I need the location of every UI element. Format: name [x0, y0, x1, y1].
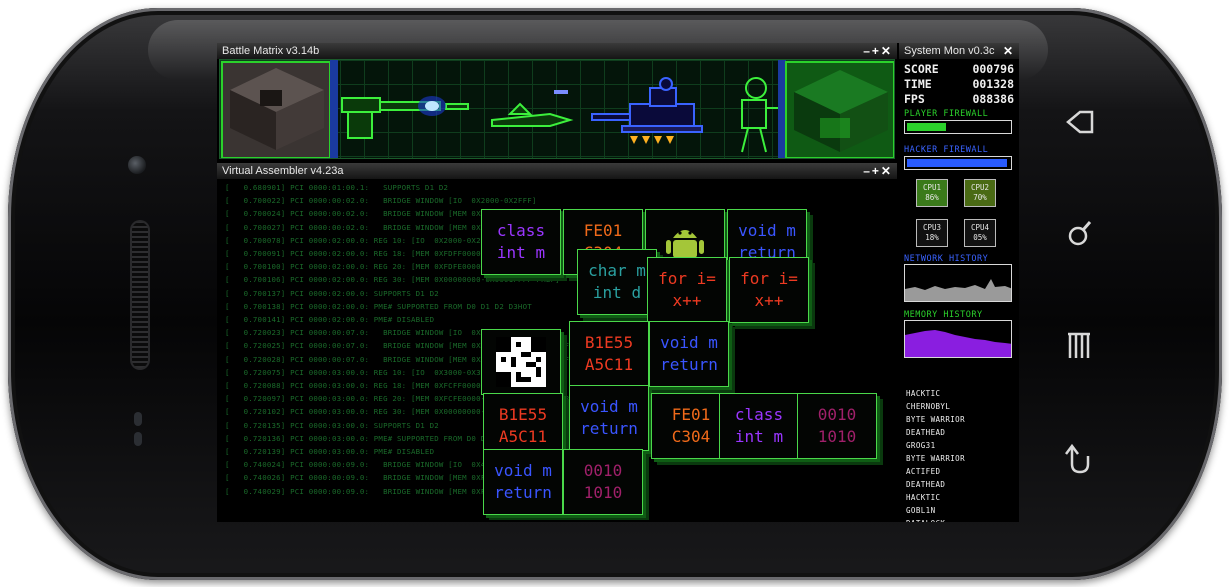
fps-value: 088386 — [972, 92, 1014, 106]
code-tile[interactable]: void m return — [649, 321, 729, 387]
player-name-item: ACTIFED — [906, 467, 941, 476]
code-tile[interactable]: class int m — [719, 393, 799, 459]
phone-screen: Battle Matrix v3.14b –+✕ Virtual Assembl… — [217, 43, 1019, 522]
proximity-sensor-icon — [134, 412, 142, 426]
cpu4-meter: CPU4 05% — [964, 219, 996, 247]
front-camera-icon — [128, 156, 146, 174]
hacker-firewall-bar — [904, 156, 1012, 170]
fighter-jet-sprite — [491, 102, 574, 127]
close-icon[interactable]: ✕ — [1003, 43, 1015, 59]
system-monitor-panel: SCORE 000796 TIME 001328 FPS 088386 PLAY… — [899, 59, 1019, 522]
log-line: [ 0.720028] PCI 0000:00:07.0: BRIDGE WIN… — [225, 354, 625, 364]
window-controls[interactable]: –+✕ — [863, 43, 893, 59]
system-monitor-window: System Mon v0.3c ✕ SCORE 000796 TIME 001… — [899, 43, 1019, 522]
code-tile[interactable]: 0010 1010 — [797, 393, 877, 459]
window-title: Battle Matrix v3.14b — [222, 45, 320, 57]
code-tile[interactable]: B1E55 A5C11 — [569, 321, 649, 387]
hacker-firewall-label: HACKER FIREWALL — [904, 145, 989, 155]
plasma-shot-sprite — [418, 96, 446, 116]
log-line: [ 0.700022] PCI 0000:00:02.0: BRIDGE WIN… — [225, 196, 537, 206]
code-tile[interactable]: void m return — [483, 449, 563, 515]
player-name-item: DATALOCK — [906, 517, 965, 522]
time-row: TIME 001328 — [904, 77, 1014, 91]
player-name-item: HACKTIC — [906, 493, 941, 502]
light-sensor-icon — [134, 432, 142, 446]
player-firewall-bar — [904, 120, 1012, 134]
player-name-item: GROG31 — [906, 441, 936, 450]
log-line: [ 0.700078] PCI 0000:02:00.0: REG 10: [I… — [225, 235, 500, 245]
player-name-item: DEATHEAD — [906, 428, 946, 437]
enemy-tank-sprite — [591, 77, 703, 133]
player-name-list: HACKTIC CHERNOBYL BYTE WARRIOR DEATHEAD GROG… — [906, 387, 965, 522]
menu-key-icon[interactable] — [1060, 326, 1100, 366]
log-line: [ 0.720075] PCI 0000:03:00.0: REG 10: [I… — [225, 367, 500, 377]
network-history-label: NETWORK HISTORY — [904, 254, 989, 264]
code-tile[interactable]: char m int d — [577, 249, 657, 315]
player-name-item: CHERNOBYL — [906, 402, 951, 411]
qr-code-tile[interactable] — [481, 329, 561, 395]
player-room-image — [221, 61, 331, 158]
score-row: SCORE 000796 — [904, 62, 1014, 76]
player-name-item: DEATHEAD — [906, 480, 946, 489]
fps-row: FPS 088386 — [904, 92, 1014, 106]
window-titlebar: System Mon v0.3c ✕ — [899, 43, 1019, 59]
window-controls[interactable]: –+✕ — [863, 163, 893, 179]
code-tile[interactable]: class int m — [481, 209, 561, 275]
player-name-item: GOBL1N — [906, 506, 936, 515]
battle-matrix-window: Battle Matrix v3.14b –+✕ — [217, 43, 897, 161]
window-title: System Mon v0.3c — [904, 45, 995, 57]
cpu3-meter: CPU3 18% — [916, 219, 948, 247]
log-line: [ 0.700137] PCI 0000:02:00.0: SUPPORTS D… — [225, 288, 439, 298]
battle-game-canvas[interactable] — [219, 59, 895, 159]
player-name-item: BYTE WARRIOR — [906, 454, 965, 463]
code-tile[interactable]: for i= x++ — [729, 257, 809, 323]
log-line: [ 0.680901] PCI 0000:01:00.1: SUPPORTS D… — [225, 183, 449, 192]
search-key-icon[interactable] — [1060, 214, 1100, 254]
memory-history-graph — [904, 320, 1012, 358]
player-firewall-label: PLAYER FIREWALL — [904, 109, 989, 119]
log-line: [ 0.700106] PCI 0000:02:00.0: REG 30: [M… — [225, 275, 560, 285]
window-titlebar: Battle Matrix v3.14b –+✕ — [217, 43, 897, 59]
cpu2-meter: CPU2 70% — [964, 179, 996, 207]
score-value: 000796 — [972, 62, 1014, 76]
home-key-icon[interactable] — [1060, 102, 1100, 142]
projectile-sprite — [554, 90, 568, 94]
earpiece-speaker — [132, 222, 148, 368]
player-name-item: HACKTIC — [906, 389, 941, 398]
time-value: 001328 — [972, 77, 1014, 91]
player-firewall-fill — [907, 123, 946, 131]
player-name-item: BYTE WARRIOR — [906, 415, 965, 424]
player-rifle-sprite — [341, 97, 469, 139]
qr-code-icon — [496, 337, 546, 387]
window-title: Virtual Assembler v4.23a — [222, 165, 344, 177]
code-tile[interactable]: void m return — [569, 385, 649, 451]
assembler-board[interactable]: [ 0.680901] PCI 0000:01:00.1: SUPPORTS D… — [219, 179, 895, 520]
cpu1-meter: CPU1 86% — [916, 179, 948, 207]
virtual-assembler-window: Virtual Assembler v4.23a –+✕ [ 0.680901]… — [217, 163, 897, 522]
log-line: [ 0.720135] PCI 0000:03:00.0: SUPPORTS D… — [225, 420, 439, 430]
code-tile[interactable]: 0010 1010 — [563, 449, 643, 515]
hacker-firewall-fill — [907, 159, 1007, 167]
back-key-icon[interactable] — [1060, 440, 1100, 480]
network-history-graph — [904, 264, 1012, 302]
log-line: [ 0.700141] PCI 0000:02:00.0: PME# DISAB… — [225, 315, 435, 324]
memory-history-label: MEMORY HISTORY — [904, 310, 983, 320]
log-line: [ 0.720139] PCI 0000:03:00.0: PME# DISAB… — [225, 447, 435, 456]
code-tile[interactable]: for i= x++ — [647, 257, 727, 323]
window-titlebar: Virtual Assembler v4.23a –+✕ — [217, 163, 897, 179]
thruster-flames — [630, 136, 674, 144]
log-line: [ 0.700138] PCI 0000:02:00.0: PME# SUPPO… — [225, 301, 532, 311]
hacker-room-image — [785, 61, 894, 158]
